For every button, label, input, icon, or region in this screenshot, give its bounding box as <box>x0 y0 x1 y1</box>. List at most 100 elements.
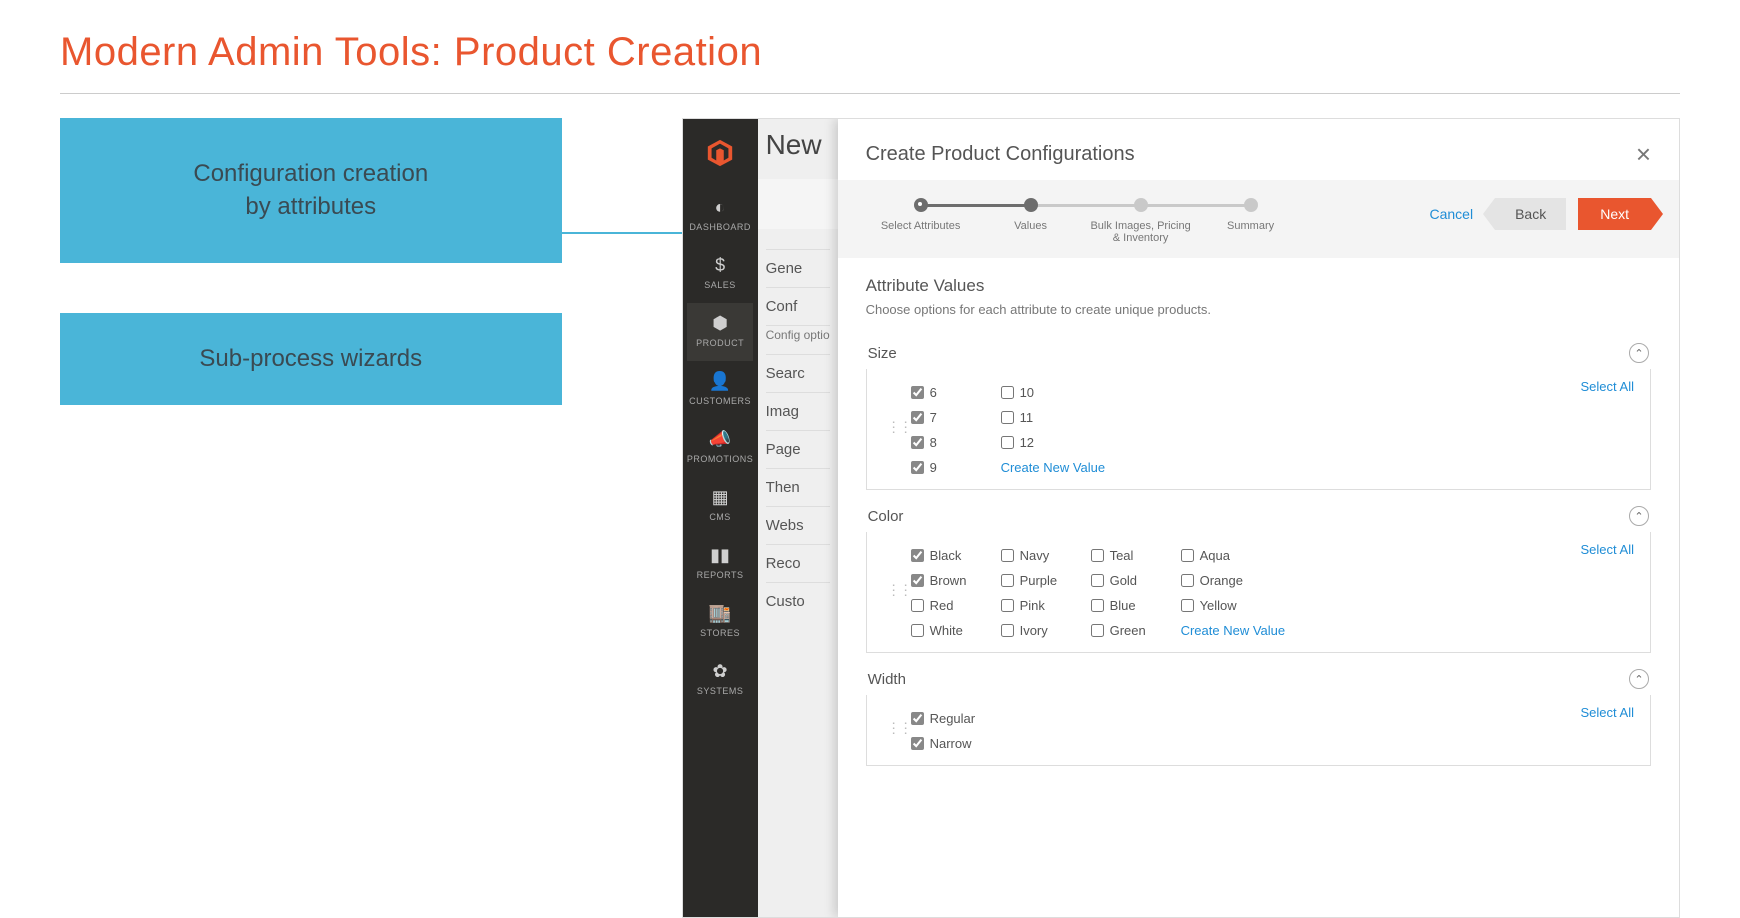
callout-text: Sub-process wizards <box>199 343 422 375</box>
option-7[interactable]: 7 <box>911 410 981 425</box>
sidebar-item-customers[interactable]: 👤CUSTOMERS <box>687 361 754 419</box>
option-gold[interactable]: Gold <box>1091 573 1161 588</box>
option-checkbox[interactable] <box>911 712 924 725</box>
drag-handle-icon[interactable]: ⋮⋮ <box>887 720 911 737</box>
underlay-desc: Config option produ (Ex: a p <box>766 325 830 354</box>
option-checkbox[interactable] <box>1001 386 1014 399</box>
option-label: Green <box>1110 623 1146 638</box>
option-white[interactable]: White <box>911 623 981 638</box>
option-narrow[interactable]: Narrow <box>911 736 981 751</box>
option-orange[interactable]: Orange <box>1181 573 1286 588</box>
attribute-header[interactable]: Size⌃ <box>866 335 1651 369</box>
option-checkbox[interactable] <box>1091 599 1104 612</box>
sidebar-item-label: STORES <box>700 628 740 638</box>
option-checkbox[interactable] <box>1181 549 1194 562</box>
option-regular[interactable]: Regular <box>911 711 981 726</box>
option-checkbox[interactable] <box>1001 599 1014 612</box>
sidebar-item-promotions[interactable]: 📣PROMOTIONS <box>687 419 754 477</box>
admin-screenshot: ◐DASHBOARD$SALES⬢PRODUCT👤CUSTOMERS📣PROMO… <box>682 118 1680 918</box>
option-checkbox[interactable] <box>1001 436 1014 449</box>
option-column: Aqua Orange Yellow Create New Value <box>1181 548 1286 638</box>
store-icon: 🏬 <box>687 603 754 624</box>
sidebar-item-label: CMS <box>709 512 731 522</box>
option-checkbox[interactable] <box>911 574 924 587</box>
attribute-header[interactable]: Width ⌃ <box>866 661 1651 695</box>
option-purple[interactable]: Purple <box>1001 573 1071 588</box>
cancel-link[interactable]: Cancel <box>1429 206 1473 222</box>
close-icon[interactable]: × <box>1636 139 1651 170</box>
option-checkbox[interactable] <box>911 624 924 637</box>
step-dot-icon <box>914 198 928 212</box>
sidebar-item-stores[interactable]: 🏬 STORES <box>687 593 754 651</box>
sidebar-item-systems[interactable]: ✿ SYSTEMS <box>687 651 754 709</box>
option-checkbox[interactable] <box>911 599 924 612</box>
option-label: Teal <box>1110 548 1134 563</box>
option-pink[interactable]: Pink <box>1001 598 1071 613</box>
option-ivory[interactable]: Ivory <box>1001 623 1071 638</box>
sidebar-item-product[interactable]: ⬢PRODUCT <box>687 303 754 361</box>
option-blue[interactable]: Blue <box>1091 598 1161 613</box>
option-checkbox[interactable] <box>911 411 924 424</box>
drag-handle-icon[interactable]: ⋮⋮ <box>887 419 911 436</box>
option-6[interactable]: 6 <box>911 385 981 400</box>
option-checkbox[interactable] <box>911 461 924 474</box>
option-label: 12 <box>1020 435 1034 450</box>
option-checkbox[interactable] <box>1181 599 1194 612</box>
option-column: 10 11 12 Create New Value <box>1001 385 1106 475</box>
option-column: Teal Gold Blue Green <box>1091 548 1161 638</box>
option-checkbox[interactable] <box>1091 574 1104 587</box>
back-button[interactable]: Back <box>1495 198 1566 230</box>
grid-icon: ▦ <box>687 487 754 508</box>
underlay-section: Gene <box>766 249 830 287</box>
option-checkbox[interactable] <box>1001 574 1014 587</box>
step-dot-icon <box>1024 198 1038 212</box>
sidebar-item-sales[interactable]: $SALES <box>687 245 754 303</box>
step-label: Values <box>976 220 1086 232</box>
attribute-header[interactable]: Color⌃ <box>866 498 1651 532</box>
collapse-icon[interactable]: ⌃ <box>1629 669 1649 689</box>
option-checkbox[interactable] <box>911 549 924 562</box>
option-10[interactable]: 10 <box>1001 385 1106 400</box>
option-checkbox[interactable] <box>1001 549 1014 562</box>
sidebar-item-cms[interactable]: ▦ CMS <box>687 477 754 535</box>
option-8[interactable]: 8 <box>911 435 981 450</box>
option-green[interactable]: Green <box>1091 623 1161 638</box>
option-checkbox[interactable] <box>911 436 924 449</box>
option-12[interactable]: 12 <box>1001 435 1106 450</box>
sidebar-item-dashboard[interactable]: ◐DASHBOARD <box>687 187 754 245</box>
option-checkbox[interactable] <box>1001 411 1014 424</box>
attribute-options: ⋮⋮Regular Narrow <box>883 705 1634 751</box>
option-teal[interactable]: Teal <box>1091 548 1161 563</box>
sidebar-item-label: SYSTEMS <box>697 686 744 696</box>
gear-icon: ✿ <box>687 661 754 682</box>
sidebar-item-label: CUSTOMERS <box>689 396 751 406</box>
magento-logo-icon <box>704 137 736 169</box>
underlay-section: Webs <box>766 506 830 544</box>
option-brown[interactable]: Brown <box>911 573 981 588</box>
underlay-section: Page <box>766 430 830 468</box>
option-checkbox[interactable] <box>911 737 924 750</box>
create-new-value-link[interactable]: Create New Value <box>1001 460 1106 475</box>
next-button[interactable]: Next <box>1578 198 1651 230</box>
collapse-icon[interactable]: ⌃ <box>1629 343 1649 363</box>
underlay-section: Then <box>766 468 830 506</box>
attribute-block: Select All⋮⋮6789101112Create New Value <box>866 369 1651 490</box>
option-red[interactable]: Red <box>911 598 981 613</box>
option-checkbox[interactable] <box>911 386 924 399</box>
collapse-icon[interactable]: ⌃ <box>1629 506 1649 526</box>
drag-handle-icon[interactable]: ⋮⋮ <box>887 582 911 599</box>
option-checkbox[interactable] <box>1181 574 1194 587</box>
option-yellow[interactable]: Yellow <box>1181 598 1286 613</box>
create-new-value-link[interactable]: Create New Value <box>1181 623 1286 638</box>
option-label: Ivory <box>1020 623 1048 638</box>
option-aqua[interactable]: Aqua <box>1181 548 1286 563</box>
option-checkbox[interactable] <box>1001 624 1014 637</box>
attribute-name: Width <box>868 671 906 688</box>
option-11[interactable]: 11 <box>1001 410 1106 425</box>
option-black[interactable]: Black <box>911 548 981 563</box>
option-checkbox[interactable] <box>1091 549 1104 562</box>
option-checkbox[interactable] <box>1091 624 1104 637</box>
option-9[interactable]: 9 <box>911 460 981 475</box>
sidebar-item-reports[interactable]: ▮▮REPORTS <box>687 535 754 593</box>
option-navy[interactable]: Navy <box>1001 548 1071 563</box>
